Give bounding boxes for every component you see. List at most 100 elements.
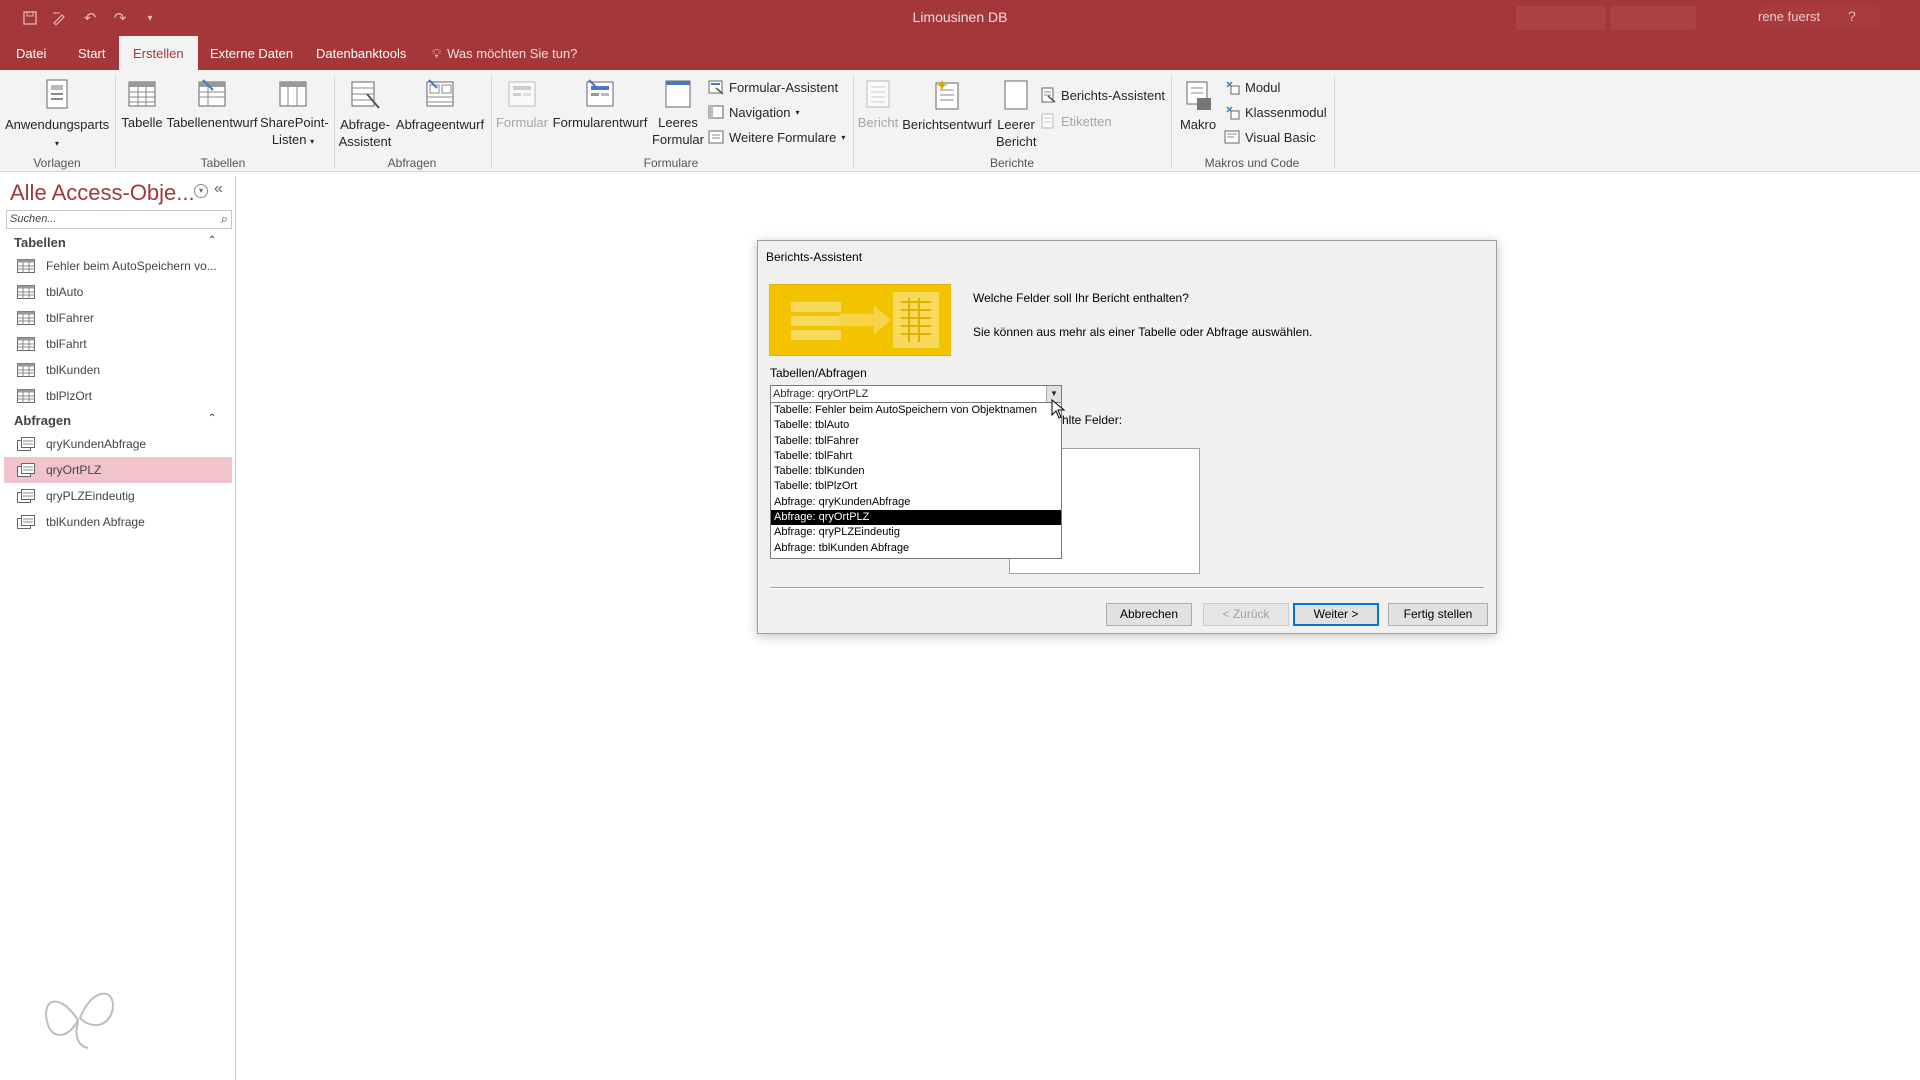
berichtsentwurf-button[interactable]: Berichtsentwurf — [900, 78, 994, 133]
collapse-section-icon[interactable]: ⌃ — [208, 235, 216, 246]
navigation-button[interactable]: Navigation ▾ — [708, 104, 799, 120]
nav-item-table[interactable]: tblAuto — [4, 279, 232, 305]
tables-queries-combo[interactable]: Abfrage: qryOrtPLZ ▼ — [770, 385, 1062, 403]
finish-button[interactable]: Fertig stellen — [1388, 603, 1488, 626]
tab-datei[interactable]: Datei — [2, 36, 60, 70]
nav-item-table[interactable]: tblPlzOrt — [4, 383, 232, 409]
dropdown-option[interactable]: Tabelle: tblFahrer — [771, 434, 1061, 449]
selected-fields-label: hlte Felder: — [1062, 413, 1123, 427]
table-icon — [17, 337, 35, 351]
nav-section-tabellen[interactable]: Tabellen ⌃ — [4, 232, 232, 254]
chevron-down-icon[interactable]: ▾ — [194, 184, 208, 198]
dropdown-option[interactable]: Tabelle: tblFahrt — [771, 449, 1061, 464]
report-icon — [866, 80, 890, 108]
blurred-region — [1610, 6, 1696, 30]
tabelle-button[interactable]: Tabelle — [118, 78, 166, 131]
group-label-makros: Makros und Code — [1204, 156, 1300, 170]
tell-me-search[interactable]: 💡︎ Was möchten Sie tun? — [432, 36, 577, 70]
dropdown-option[interactable]: Tabelle: tblKunden — [771, 464, 1061, 479]
ribbon-tabs: Datei Start Erstellen Externe Daten Date… — [0, 36, 1920, 72]
berichts-assistent-button[interactable]: Berichts-Assistent — [1040, 87, 1165, 103]
form-wizard-icon — [708, 80, 724, 95]
tabellenentwurf-button[interactable]: Tabellenentwurf — [166, 78, 258, 131]
nav-item-query[interactable]: qryKundenAbfrage — [4, 431, 232, 457]
nav-item-query[interactable]: qryPLZEindeutig — [4, 483, 232, 509]
nav-item-table[interactable]: tblFahrt — [4, 331, 232, 357]
blank-report-icon — [1004, 80, 1028, 110]
abfrage-assistent-button[interactable]: Abfrage- Assistent — [336, 78, 394, 150]
tables-queries-dropdown-list[interactable]: Tabelle: Fehler beim AutoSpeichern von O… — [770, 402, 1062, 559]
dialog-title: Berichts-Assistent — [766, 250, 863, 264]
group-separator — [1171, 76, 1172, 168]
formular-button[interactable]: Formular — [494, 78, 550, 131]
title-bar: ↶ ↷ ▾ Limousinen DB rene fuerst ? — [0, 0, 1920, 36]
formular-assistent-button[interactable]: Formular-Assistent — [708, 79, 838, 95]
sharepoint-list-icon — [279, 81, 307, 107]
table-icon — [128, 81, 156, 107]
form-icon — [508, 81, 536, 107]
dropdown-option-selected[interactable]: Abfrage: qryOrtPLZ — [771, 510, 1061, 526]
butterfly-logo-icon — [45, 992, 114, 1049]
group-label-abfragen: Abfragen — [387, 156, 437, 170]
weitere-formulare-button[interactable]: Weitere Formulare ▾ — [708, 129, 845, 145]
dropdown-option[interactable]: Abfrage: tblKunden Abfrage — [771, 541, 1061, 556]
etiketten-button[interactable]: Etiketten — [1040, 113, 1112, 129]
wizard-banner-icon — [769, 284, 951, 356]
application-parts-icon — [46, 79, 68, 109]
wizard-hint: Sie können aus mehr als einer Tabelle od… — [973, 325, 1313, 339]
nav-item-query[interactable]: tblKunden Abfrage — [4, 509, 232, 535]
nav-item-table[interactable]: tblKunden — [4, 357, 232, 383]
query-wizard-icon — [351, 81, 380, 109]
visual-basic-button[interactable]: Visual Basic — [1224, 129, 1316, 145]
leeres-formular-button[interactable]: Leeres Formular — [650, 78, 706, 148]
ribbon: Anwendungsparts ▾ Vorlagen Tabelle Tabell… — [0, 70, 1920, 172]
nav-item-table[interactable]: tblFahrer — [4, 305, 232, 331]
tab-erstellen[interactable]: Erstellen — [119, 36, 198, 72]
query-icon — [17, 437, 35, 451]
dialog-separator — [770, 587, 1484, 589]
user-name[interactable]: rene fuerst — [1758, 9, 1820, 24]
nav-pane-title[interactable]: Alle Access-Obje... — [10, 180, 195, 206]
more-forms-icon — [708, 130, 724, 144]
group-separator — [334, 76, 335, 168]
modul-button[interactable]: Modul — [1224, 79, 1280, 95]
anwendungsparts-button[interactable]: Anwendungsparts ▾ — [5, 78, 109, 152]
query-design-icon — [426, 79, 454, 107]
sharepoint-listen-button[interactable]: SharePoint- Listen ▾ — [260, 78, 329, 150]
mouse-cursor-icon — [1051, 399, 1065, 419]
tab-datenbanktools[interactable]: Datenbanktools — [302, 36, 420, 70]
cancel-button[interactable]: Abbrechen — [1106, 603, 1192, 626]
bericht-button[interactable]: Bericht — [856, 78, 900, 131]
formularentwurf-button[interactable]: Formularentwurf — [552, 78, 648, 131]
blurred-region — [1516, 6, 1606, 30]
collapse-pane-icon[interactable]: « — [214, 180, 223, 198]
navigation-icon — [708, 105, 724, 119]
macro-icon — [1186, 81, 1211, 110]
collapse-section-icon[interactable]: ⌃ — [208, 413, 216, 424]
tables-queries-label: Tabellen/Abfragen — [770, 366, 867, 380]
dropdown-option[interactable]: Abfrage: qryPLZEindeutig — [771, 525, 1061, 540]
nav-search-input[interactable]: Suchen... ⌕ — [6, 210, 232, 229]
search-icon[interactable]: ⌕ — [221, 211, 228, 227]
berichts-assistent-dialog: Berichts-Assistent Welche Felder soll Ih… — [757, 240, 1497, 634]
dropdown-option[interactable]: Tabelle: tblPlzOrt — [771, 479, 1061, 494]
abfrageentwurf-button[interactable]: Abfrageentwurf — [394, 78, 486, 133]
dropdown-option[interactable]: Tabelle: tblAuto — [771, 418, 1061, 433]
query-icon — [17, 515, 35, 529]
nav-section-abfragen[interactable]: Abfragen ⌃ — [4, 410, 232, 432]
tab-start[interactable]: Start — [64, 36, 119, 70]
makro-button[interactable]: Makro — [1174, 78, 1222, 133]
back-button[interactable]: < Zurück — [1203, 603, 1289, 626]
leerer-bericht-button[interactable]: Leerer Bericht — [996, 78, 1036, 150]
nav-item-query-selected[interactable]: qryOrtPLZ — [4, 457, 232, 483]
nav-item-table[interactable]: Fehler beim AutoSpeichern vo... — [4, 253, 232, 279]
group-label-berichte: Berichte — [989, 156, 1035, 170]
dropdown-option[interactable]: Abfrage: qryKundenAbfrage — [771, 495, 1061, 510]
query-icon — [17, 489, 35, 503]
tab-externe-daten[interactable]: Externe Daten — [196, 36, 307, 70]
dropdown-option[interactable]: Tabelle: Fehler beim AutoSpeichern von O… — [771, 403, 1061, 418]
help-icon[interactable]: ? — [1848, 8, 1856, 24]
next-button[interactable]: Weiter > — [1293, 603, 1379, 626]
dialog-body: Welche Felder soll Ihr Bericht enthalten… — [758, 271, 1496, 633]
klassenmodul-button[interactable]: Klassenmodul — [1224, 104, 1327, 120]
